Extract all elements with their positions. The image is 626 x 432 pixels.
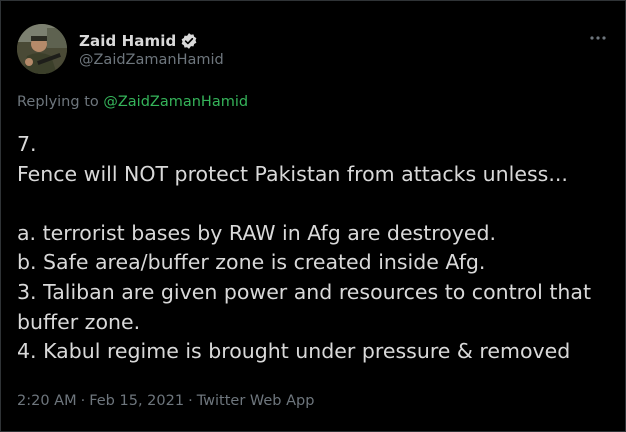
- tweet-time-link[interactable]: 2:20 AM: [17, 393, 77, 409]
- tweet-line: 4. Kabul regime is brought under pressur…: [17, 339, 571, 364]
- tweet-line: a. terrorist bases by RAW in Afg are des…: [17, 220, 497, 245]
- more-horizontal-icon[interactable]: [587, 27, 609, 49]
- tweet-line: Fence will NOT protect Pakistan from att…: [17, 161, 568, 186]
- tweet-source-link[interactable]: Twitter Web App: [197, 393, 315, 409]
- tweet-line: 7.: [17, 132, 37, 156]
- author-display-name[interactable]: Zaid Hamid: [79, 32, 176, 50]
- replying-to-mention-link[interactable]: @ZaidZamanHamid: [103, 94, 248, 110]
- author-name-row[interactable]: Zaid Hamid: [79, 31, 198, 51]
- tweet-meta: 2:20 AM · Feb 15, 2021 · Twitter Web App: [17, 393, 314, 409]
- tweet-line: b. Safe area/buffer zone is created insi…: [17, 250, 486, 275]
- avatar[interactable]: [17, 24, 67, 74]
- tweet-text: 7. Fence will NOT protect Pakistan from …: [17, 130, 613, 367]
- tweet-card: Zaid Hamid @ZaidZamanHamid Replying to @…: [0, 0, 626, 432]
- meta-separator: ·: [188, 393, 193, 409]
- avatar-image: [17, 24, 67, 74]
- meta-separator: ·: [80, 393, 86, 409]
- author-handle[interactable]: @ZaidZamanHamid: [79, 52, 224, 68]
- replying-to-prefix: Replying to: [17, 94, 104, 110]
- verified-badge-icon: [180, 32, 198, 50]
- tweet-line: buffer zone.: [17, 309, 141, 334]
- tweet-line: 3. Taliban are given power and resources…: [17, 279, 591, 304]
- tweet-line: [17, 189, 613, 219]
- tweet-date-link[interactable]: Feb 15, 2021: [89, 393, 184, 409]
- replying-to: Replying to @ZaidZamanHamid: [17, 94, 248, 110]
